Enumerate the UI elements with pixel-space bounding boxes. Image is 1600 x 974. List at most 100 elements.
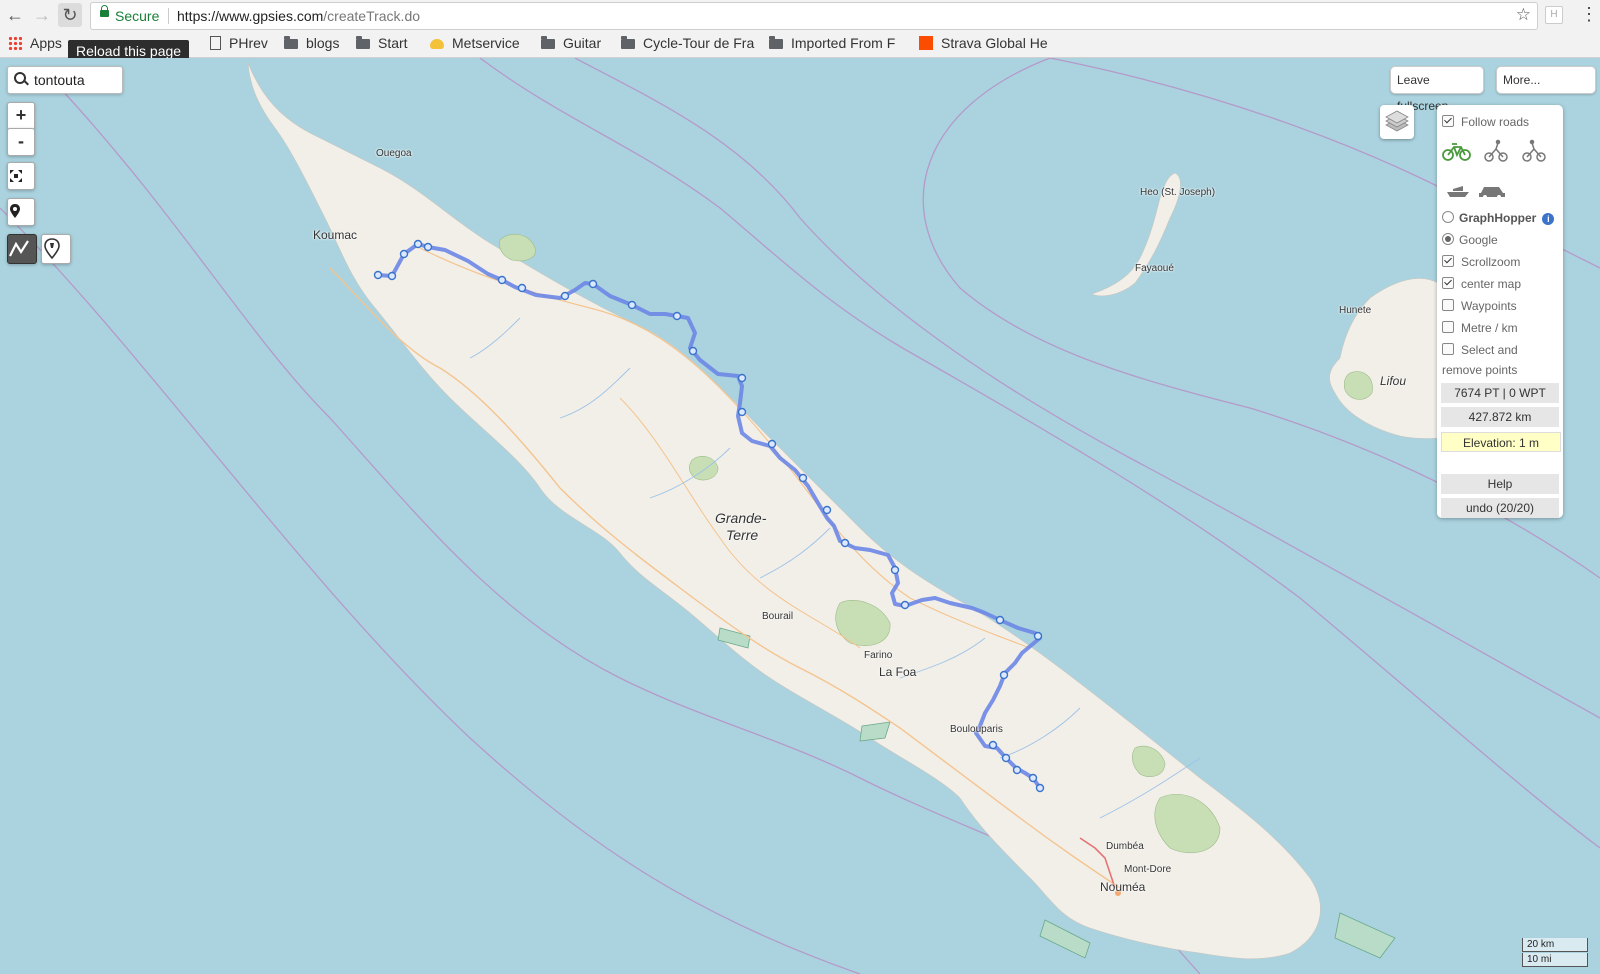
bicycle-icon[interactable] [1442, 143, 1471, 161]
place-label: Bourail [762, 611, 794, 622]
reload-icon[interactable]: ↻ [58, 3, 82, 27]
url-text[interactable]: https://www.gpsies.com/createTrack.do [177, 8, 420, 24]
racing-bike-icon[interactable] [1484, 139, 1508, 162]
strava-icon [919, 36, 933, 50]
folder-icon [356, 36, 370, 49]
forward-arrow-icon[interactable]: → [30, 3, 54, 27]
draw-track-button[interactable] [7, 234, 37, 264]
google-option[interactable]: Google [1442, 233, 1498, 247]
bookmark-start[interactable]: Start [356, 33, 408, 53]
bookmark-label: Metservice [452, 35, 520, 51]
bookmark-label: PHrev [229, 35, 268, 51]
place-label: Hunete [1339, 305, 1372, 316]
folder-icon [769, 36, 783, 49]
island-label: Lifou [1380, 374, 1407, 388]
bookmark-label: blogs [306, 35, 340, 51]
bookmark-phrev[interactable]: PHrev [210, 33, 268, 53]
menu-kebab-icon[interactable]: ⋮ [1580, 4, 1598, 25]
scrollzoom-checkbox[interactable] [1442, 255, 1454, 267]
map-graphic [0, 58, 1600, 974]
place-label: Ouegoa [376, 148, 412, 159]
layers-button[interactable] [1380, 105, 1414, 139]
map-canvas[interactable]: Ouegoa Koumac Heo (St. Joseph) Fayaoué H… [0, 58, 1600, 974]
option-label: Metre / km [1461, 321, 1518, 335]
metre-km-option[interactable]: Metre / km [1442, 321, 1518, 335]
elevation-readout: Elevation: 1 m [1441, 432, 1561, 452]
back-arrow-icon[interactable]: ← [3, 3, 27, 27]
fullscreen-button[interactable] [7, 162, 35, 190]
points-count: 7674 PT | 0 WPT [1441, 383, 1559, 403]
place-label: Farino [864, 650, 893, 661]
weather-icon [430, 39, 444, 49]
mountain-bike-icon[interactable] [1522, 139, 1546, 162]
divider [168, 8, 169, 24]
bookmark-star-icon[interactable]: ☆ [1516, 5, 1531, 25]
option-label: Scrollzoom [1461, 255, 1521, 269]
follow-roads-option[interactable]: Follow roads [1442, 115, 1529, 129]
info-icon[interactable]: i [1542, 213, 1555, 225]
bookmark-label: Strava Global He [941, 35, 1048, 51]
select-remove-label-line2: remove points [1442, 363, 1518, 377]
location-button[interactable] [7, 198, 35, 226]
place-label: Mont-Dore [1124, 864, 1172, 875]
secure-label: Secure [115, 8, 160, 24]
option-label: center map [1461, 277, 1522, 291]
map-pin-icon [10, 204, 20, 218]
zoom-out-button[interactable]: - [7, 128, 35, 156]
page-icon [210, 36, 221, 50]
browser-toolbar: ← → ↻ Secure https://www.gpsies.com/crea… [0, 0, 1600, 58]
scale-km: 20 km [1522, 938, 1588, 952]
bookmark-cycle-tour[interactable]: Cycle-Tour de Fra [621, 33, 754, 53]
place-label: Heo (St. Joseph) [1140, 187, 1216, 198]
place-label: Boulouparis [950, 724, 1003, 735]
help-button[interactable]: Help [1441, 474, 1559, 494]
boat-icon[interactable] [1447, 186, 1469, 197]
bookmark-metservice[interactable]: Metservice [430, 33, 520, 53]
more-button[interactable]: More... [1496, 66, 1596, 94]
bookmark-blogs[interactable]: blogs [284, 33, 339, 53]
waypoints-option[interactable]: Waypoints [1442, 299, 1517, 313]
bookmark-label: Imported From F [791, 35, 896, 51]
bookmark-label: Guitar [563, 35, 602, 51]
select-remove-option[interactable]: Select and [1442, 343, 1518, 357]
lock-icon [100, 5, 109, 17]
follow-roads-checkbox[interactable] [1442, 115, 1454, 127]
bookmarks-bar: Apps PHrev blogs Start Metservice Guitar… [0, 31, 1600, 55]
place-label: Dumbéa [1106, 841, 1144, 852]
distance-readout: 427.872 km [1441, 407, 1559, 427]
search-box[interactable] [7, 66, 123, 94]
center-map-checkbox[interactable] [1442, 277, 1454, 289]
option-label: GraphHopper [1459, 211, 1537, 225]
option-label: Follow roads [1461, 115, 1530, 129]
graphhopper-option[interactable]: GraphHopper i [1442, 211, 1555, 225]
metre-km-checkbox[interactable] [1442, 321, 1454, 333]
route-options-panel: Follow roads GraphHopper i Google Scrollz… [1437, 105, 1563, 518]
bookmark-imported[interactable]: Imported From F [769, 33, 895, 53]
bookmark-apps[interactable]: Apps [8, 33, 62, 53]
extension-icon[interactable]: H [1545, 6, 1563, 24]
option-label: Waypoints [1461, 299, 1517, 313]
search-input[interactable] [32, 70, 122, 90]
car-icon[interactable] [1479, 187, 1505, 199]
google-radio[interactable] [1442, 233, 1454, 245]
bookmark-label: Cycle-Tour de Fra [643, 35, 755, 51]
layers-icon [1385, 110, 1409, 132]
leave-fullscreen-button[interactable]: Leave fullscreen [1390, 66, 1484, 113]
waypoints-checkbox[interactable] [1442, 299, 1454, 311]
center-map-option[interactable]: center map [1442, 277, 1521, 291]
undo-button[interactable]: undo (20/20) [1441, 498, 1559, 518]
bookmark-guitar[interactable]: Guitar [541, 33, 601, 53]
place-label: Koumac [313, 228, 358, 242]
address-bar[interactable]: Secure https://www.gpsies.com/createTrac… [90, 2, 1538, 30]
scrollzoom-option[interactable]: Scrollzoom [1442, 255, 1520, 269]
folder-icon [621, 36, 635, 49]
waypoint-mode-button[interactable] [41, 234, 71, 264]
place-label: La Foa [879, 665, 917, 679]
search-icon [14, 72, 26, 84]
graphhopper-radio[interactable] [1442, 211, 1454, 223]
bookmark-strava[interactable]: Strava Global He [919, 33, 1048, 53]
option-label: Google [1459, 233, 1498, 247]
zoom-in-button[interactable]: + [7, 102, 35, 130]
url-host: https://www.gpsies.com [177, 8, 324, 24]
select-remove-checkbox[interactable] [1442, 343, 1454, 355]
